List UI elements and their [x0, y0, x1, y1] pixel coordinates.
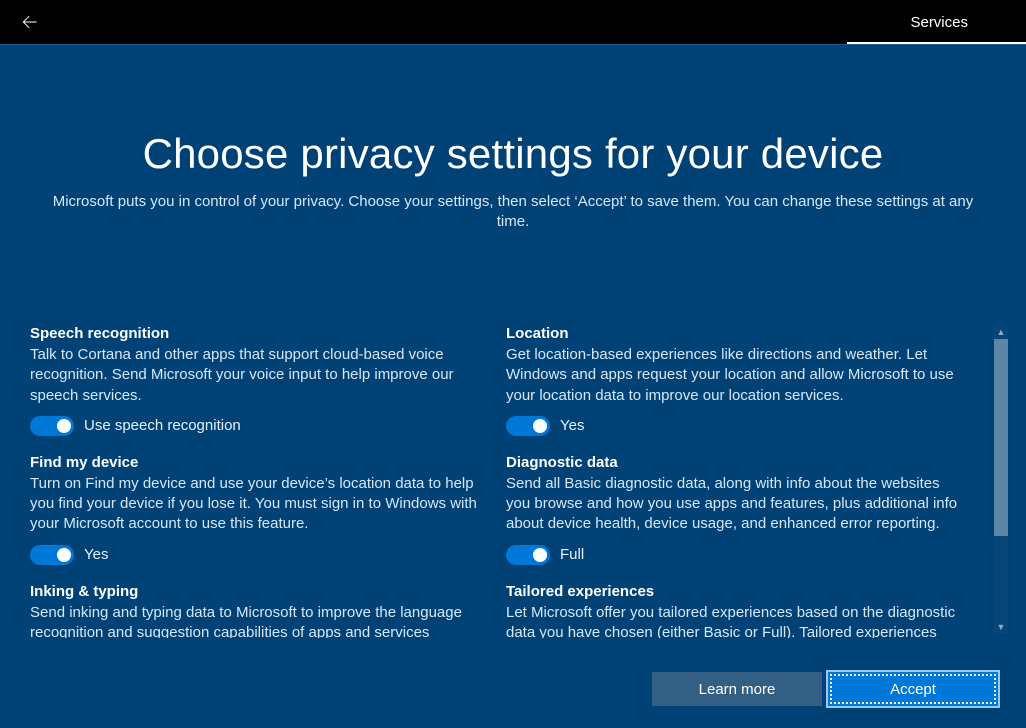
- learn-more-button[interactable]: Learn more: [652, 672, 822, 706]
- toggle-row: Full: [506, 545, 958, 565]
- scroll-up-arrow-icon[interactable]: ▲: [994, 325, 1008, 339]
- toggle-row: Use speech recognition: [30, 416, 482, 436]
- setting-desc: Let Microsoft offer you tailored experie…: [506, 603, 958, 639]
- scrollbar-track[interactable]: [994, 339, 1008, 620]
- setting-title: Inking & typing: [30, 583, 482, 600]
- topbar: Services: [0, 0, 1026, 44]
- settings-scroll-area: Speech recognition Talk to Cortana and o…: [0, 325, 1026, 638]
- setting-title: Location: [506, 325, 958, 342]
- back-button[interactable]: [18, 10, 42, 34]
- accept-button[interactable]: Accept: [828, 672, 998, 706]
- toggle-knob: [533, 419, 547, 433]
- setting-desc: Talk to Cortana and other apps that supp…: [30, 345, 482, 406]
- setting-desc: Turn on Find my device and use your devi…: [30, 474, 482, 535]
- location-toggle[interactable]: [506, 416, 550, 436]
- toggle-label: Full: [560, 546, 584, 563]
- page: Choose privacy settings for your device …: [0, 44, 1026, 726]
- toggle-label: Use speech recognition: [84, 417, 241, 434]
- toggle-label: Yes: [560, 417, 584, 434]
- toggle-row: Yes: [506, 416, 958, 436]
- setting-findmydevice: Find my device Turn on Find my device an…: [30, 454, 482, 565]
- setting-desc: Send all Basic diagnostic data, along wi…: [506, 474, 958, 535]
- vertical-scrollbar[interactable]: ▲ ▼: [994, 325, 1008, 634]
- setting-title: Tailored experiences: [506, 583, 958, 600]
- scrollbar-thumb[interactable]: [994, 339, 1008, 536]
- services-label: Services: [910, 14, 968, 31]
- setting-diagnostic: Diagnostic data Send all Basic diagnosti…: [506, 454, 958, 565]
- setting-location: Location Get location-based experiences …: [506, 325, 958, 436]
- settings-grid: Speech recognition Talk to Cortana and o…: [0, 325, 988, 638]
- setting-speech: Speech recognition Talk to Cortana and o…: [30, 325, 482, 436]
- setting-tailored: Tailored experiences Let Microsoft offer…: [506, 583, 958, 639]
- setting-title: Speech recognition: [30, 325, 482, 342]
- setting-desc: Get location-based experiences like dire…: [506, 345, 958, 406]
- toggle-knob: [57, 548, 71, 562]
- toggle-knob: [533, 548, 547, 562]
- page-subtitle: Microsoft puts you in control of your pr…: [48, 192, 978, 233]
- back-arrow-icon: [20, 12, 40, 32]
- page-title: Choose privacy settings for your device: [0, 130, 1026, 178]
- services-tab[interactable]: Services: [902, 2, 976, 43]
- findmydevice-toggle[interactable]: [30, 545, 74, 565]
- toggle-knob: [57, 419, 71, 433]
- speech-toggle[interactable]: [30, 416, 74, 436]
- setting-desc: Send inking and typing data to Microsoft…: [30, 603, 482, 639]
- scroll-down-arrow-icon[interactable]: ▼: [994, 620, 1008, 634]
- toggle-label: Yes: [84, 546, 108, 563]
- setting-title: Find my device: [30, 454, 482, 471]
- toggle-row: Yes: [30, 545, 482, 565]
- setting-inking: Inking & typing Send inking and typing d…: [30, 583, 482, 639]
- setting-title: Diagnostic data: [506, 454, 958, 471]
- footer-buttons: Learn more Accept: [652, 672, 998, 706]
- diagnostic-toggle[interactable]: [506, 545, 550, 565]
